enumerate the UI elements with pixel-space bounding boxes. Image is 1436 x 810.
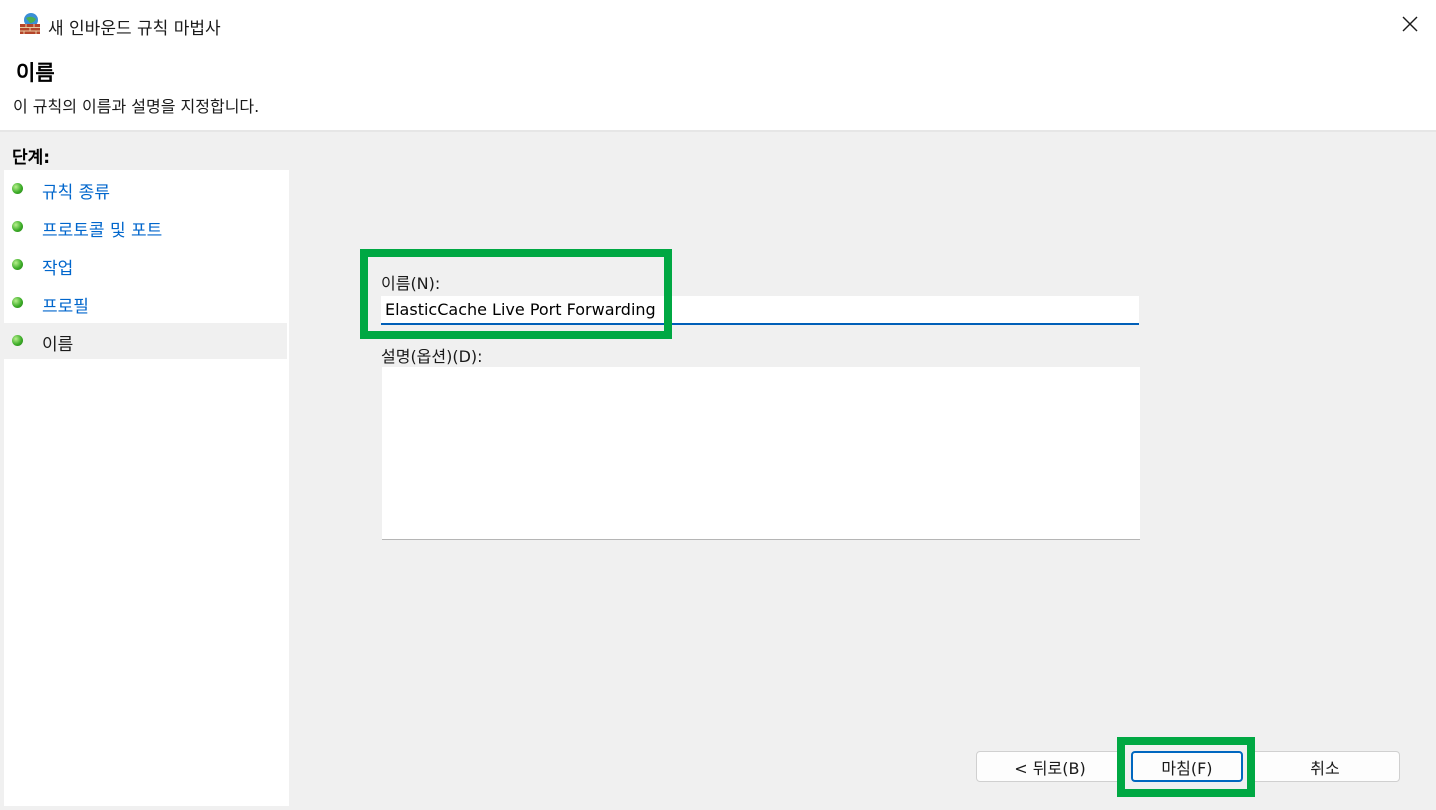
step-name: 이름 [4,323,287,359]
back-button[interactable]: < 뒤로(B) [976,751,1124,782]
name-label: 이름(N): [381,274,441,293]
step-rule-type[interactable]: 규칙 종류 [4,171,287,207]
step-label: 규칙 종류 [42,183,110,203]
step-label: 이름 [42,335,74,355]
description-label: 설명(옵션)(D): [381,347,483,366]
description-textarea[interactable] [382,367,1140,540]
step-label: 작업 [42,259,74,279]
step-current-icon [12,335,23,346]
cancel-button[interactable]: 취소 [1250,751,1400,782]
step-protocol-ports[interactable]: 프로토콜 및 포트 [4,209,287,245]
close-icon [1401,15,1419,37]
step-profile[interactable]: 프로필 [4,285,287,321]
step-complete-icon [12,259,23,270]
close-button[interactable] [1384,0,1436,52]
page-description: 이 규칙의 이름과 설명을 지정합니다. [13,97,260,116]
step-complete-icon [12,297,23,308]
step-label: 프로필 [42,297,89,317]
step-complete-icon [12,221,23,232]
steps-header: 단계: [4,136,289,170]
step-label: 프로토콜 및 포트 [42,221,163,241]
window-title: 새 인바운드 규칙 마법사 [48,19,221,39]
steps-heading: 단계: [12,148,51,168]
step-complete-icon [12,183,23,194]
name-input[interactable] [381,296,1139,325]
step-action[interactable]: 작업 [4,247,287,283]
finish-button[interactable]: 마침(F) [1131,751,1243,782]
firewall-wizard-icon [18,12,42,36]
steps-panel: 단계: 규칙 종류 프로토콜 및 포트 작업 프로필 이름 [4,136,289,806]
title-bar: 새 인바운드 규칙 마법사 [0,0,1436,52]
page-title: 이름 [16,61,55,85]
